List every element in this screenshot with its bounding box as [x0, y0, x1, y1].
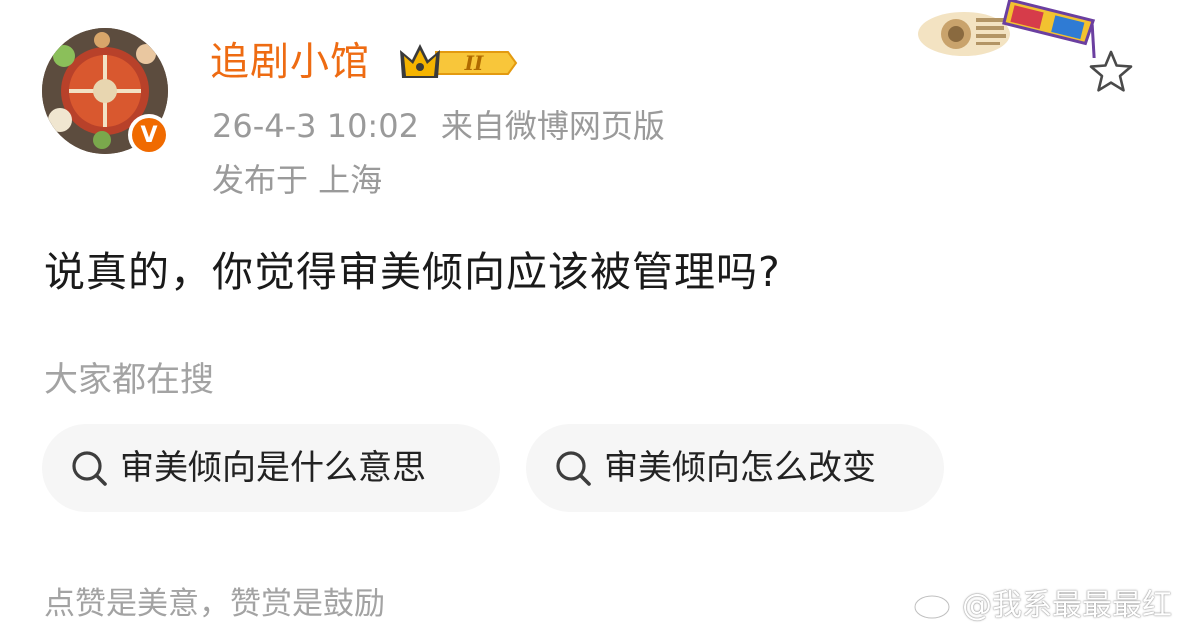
favorite-button[interactable]: [1086, 48, 1136, 96]
watermark: @我系最最最红: [912, 580, 1174, 624]
post-location: 发布于 上海: [212, 161, 383, 199]
search-chip[interactable]: 审美倾向是什么意思: [42, 424, 500, 512]
search-chip[interactable]: 审美倾向怎么改变: [526, 424, 944, 512]
search-chip-label: 审美倾向怎么改变: [604, 448, 876, 488]
card-decoration: [914, 0, 1104, 59]
crown-icon: II: [400, 44, 518, 78]
star-icon: [1089, 50, 1133, 92]
verified-badge: V: [128, 114, 170, 156]
verified-icon: V: [132, 118, 166, 152]
watermark-text: @我系最最最红: [962, 588, 1172, 623]
post-meta: 26-4-3 10:02 来自微博网页版: [212, 106, 665, 146]
post-time: 26-4-3 10:02: [212, 107, 419, 145]
post-text: 说真的，你觉得审美倾向应该被管理吗?: [44, 248, 781, 296]
verified-mark: V: [140, 122, 158, 148]
search-icon: [556, 451, 591, 486]
avatar-container[interactable]: V: [42, 28, 170, 156]
level-badge[interactable]: II: [398, 40, 518, 86]
search-chip-label: 审美倾向是什么意思: [120, 448, 426, 488]
weibo-icon: [913, 587, 956, 620]
level-text: II: [464, 51, 484, 75]
decoration-image: [918, 0, 1096, 59]
post-source[interactable]: 来自微博网页版: [441, 107, 665, 145]
search-icon: [72, 451, 107, 486]
search-section-heading: 大家都在搜: [44, 360, 214, 400]
username[interactable]: 追剧小馆: [210, 38, 370, 88]
reward-prompt[interactable]: 点赞是美意，赞赏是鼓励: [44, 584, 385, 624]
